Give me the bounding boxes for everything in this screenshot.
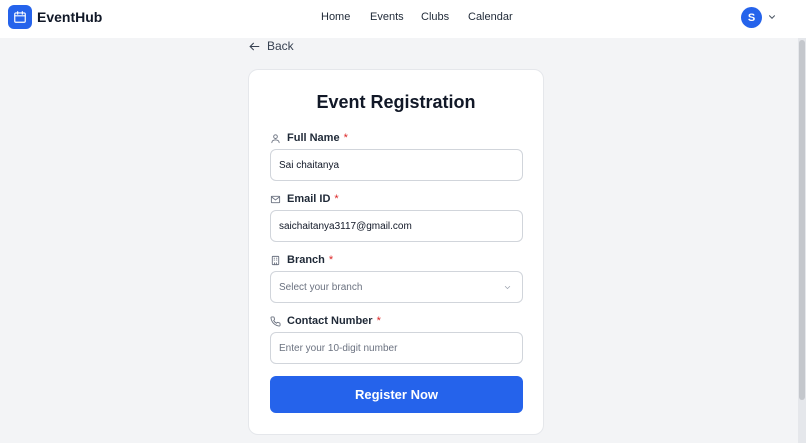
full-name-input[interactable] (279, 159, 522, 171)
mail-icon (270, 195, 281, 203)
branch-label: Branch * (270, 254, 333, 266)
contact-number-label: Contact Number * (270, 315, 381, 327)
back-link[interactable]: Back (248, 38, 294, 54)
branch-select[interactable]: Select your branch (270, 271, 523, 303)
phone-icon (270, 315, 281, 326)
email-input[interactable] (279, 220, 522, 232)
nav-events[interactable]: Events (370, 11, 404, 23)
required-marker: * (328, 254, 334, 266)
brand-name[interactable]: EventHub (37, 9, 102, 25)
branch-select-value: Select your branch (279, 281, 363, 293)
back-label: Back (267, 39, 294, 53)
user-avatar[interactable]: S (741, 7, 762, 28)
required-marker: * (343, 132, 348, 144)
full-name-field[interactable] (270, 149, 523, 181)
email-label: Email ID * (270, 193, 339, 205)
user-icon (271, 133, 280, 143)
contact-number-input[interactable] (279, 342, 522, 354)
email-field[interactable] (270, 210, 523, 242)
contact-number-label-text: Contact Number (287, 315, 373, 327)
registration-card: Event Registration Full Name* Email ID* … (248, 69, 544, 435)
brand-logo[interactable] (8, 5, 32, 29)
arrow-left-icon (249, 42, 260, 50)
email-label-text: Email ID (287, 193, 331, 205)
full-name-label: Full Name * (270, 132, 348, 144)
nav-clubs[interactable]: Clubs (421, 11, 449, 23)
nav-home[interactable]: Home (321, 11, 350, 23)
chevron-down-icon (504, 286, 511, 290)
top-navbar: EventHub Home Events Clubs Calendar S (0, 0, 806, 38)
chevron-down-icon[interactable] (767, 12, 777, 22)
full-name-label-text: Full Name (287, 132, 340, 144)
contact-number-field[interactable] (270, 332, 523, 364)
nav-calendar[interactable]: Calendar (468, 11, 513, 23)
form-title: Event Registration (316, 92, 476, 112)
scrollbar-thumb[interactable] (799, 40, 805, 400)
branch-label-text: Branch (287, 254, 325, 266)
required-marker: * (334, 193, 339, 205)
required-marker: * (376, 315, 381, 327)
calendar-icon (14, 11, 26, 23)
register-now-button[interactable]: Register Now (270, 376, 523, 413)
building-icon (271, 255, 280, 265)
